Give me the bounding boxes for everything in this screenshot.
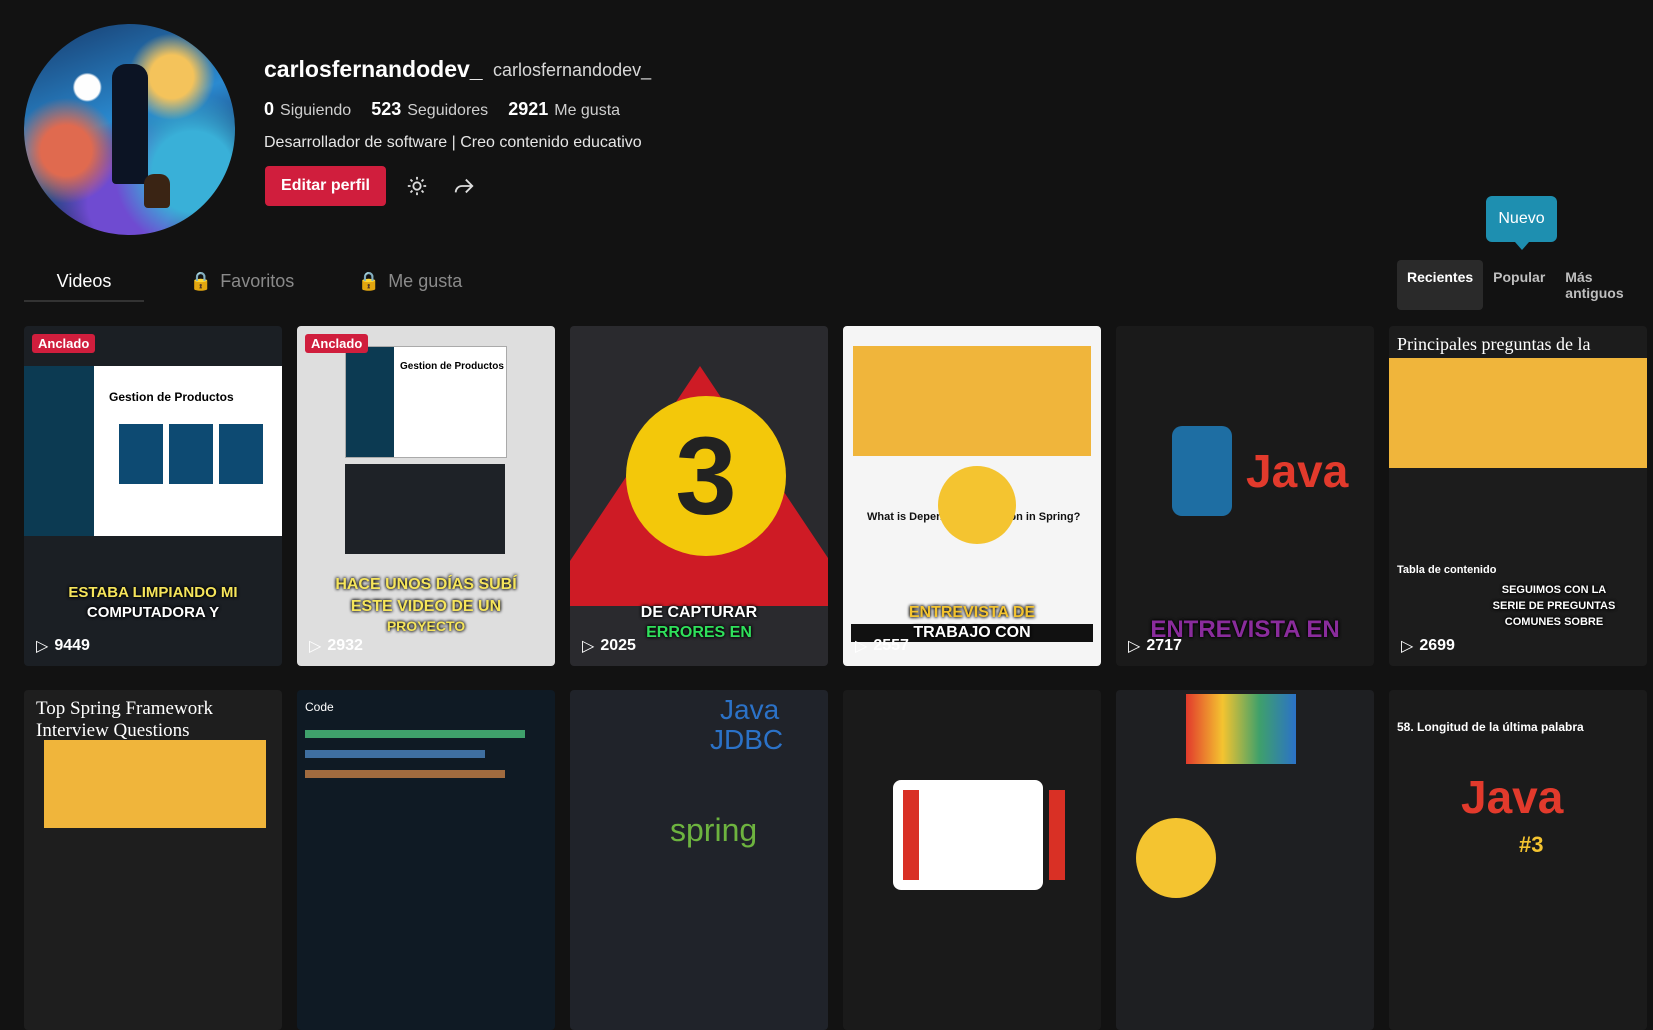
- lock-icon: 🔒: [189, 270, 213, 291]
- video-grid: Gestion de Productos Anclado ESTABA LIMP…: [24, 326, 1648, 1030]
- video-card[interactable]: Java JDBC spring: [570, 690, 828, 1030]
- sort-recent-button[interactable]: Recientes: [1397, 260, 1484, 310]
- video-card[interactable]: Top Spring Framework Interview Questions: [24, 690, 282, 1030]
- article-toc: Tabla de contenido: [1397, 564, 1497, 576]
- play-icon: ▷: [855, 638, 868, 655]
- shopping-cart-icon: [1186, 694, 1296, 764]
- profile-bio: Desarrollador de software | Creo conteni…: [264, 134, 642, 151]
- java-logo-text: Java: [720, 694, 780, 725]
- profile-username: carlosfernandodev_: [264, 56, 483, 82]
- spring-logo-text: spring: [670, 812, 758, 848]
- video-caption-line: COMPUTADORA Y: [86, 604, 220, 621]
- edit-profile-button[interactable]: Editar perfil: [265, 166, 386, 206]
- tab-videos[interactable]: Videos: [24, 262, 144, 302]
- java-cup-icon: [1172, 426, 1232, 516]
- code-line: [305, 730, 525, 738]
- code-line: [305, 770, 505, 778]
- view-count: ▷ 9449: [36, 637, 90, 655]
- thumbnail-title: Gestion de Productos: [400, 361, 504, 372]
- view-count: ▷ 2557: [855, 637, 909, 655]
- play-icon: ▷: [309, 638, 322, 655]
- video-caption-line: ESTE VIDEO DE UN: [350, 598, 502, 615]
- likes-stat: 2921 Me gusta: [508, 99, 621, 119]
- video-caption-line: ESTABA LIMPIANDO MI: [68, 584, 238, 601]
- sort-popular-button[interactable]: Popular: [1483, 260, 1555, 310]
- play-icon: ▷: [1128, 638, 1141, 655]
- thumbnail-tile: [219, 424, 263, 484]
- gmail-envelope: [903, 790, 1065, 880]
- following-stat[interactable]: 0 Siguiendo: [264, 99, 351, 120]
- video-card[interactable]: Principales preguntas de la Tabla de con…: [1389, 326, 1647, 666]
- article-image: [1389, 358, 1647, 468]
- video-card[interactable]: 3 DE CAPTURAR ERRORES EN ▷ 2025: [570, 326, 828, 666]
- number-badge: 3: [626, 396, 786, 556]
- video-caption-line: DE CAPTURAR: [640, 604, 758, 621]
- episode-tag: #3: [1519, 832, 1544, 857]
- profile-avatar[interactable]: [24, 24, 235, 235]
- code-tab-label: Code: [305, 700, 334, 714]
- thumbnail-window: Gestion de Productos: [345, 346, 507, 458]
- thumbnail-sidebar: [346, 347, 394, 457]
- thumbnail-tile: [119, 424, 163, 484]
- article-title: Principales preguntas de la: [1397, 334, 1591, 354]
- new-tooltip: Nuevo: [1486, 196, 1557, 250]
- thumbnail-terminal: [345, 464, 505, 554]
- video-caption-line: COMUNES SOBRE: [1504, 616, 1604, 628]
- sort-options: Recientes Popular Más antiguos: [1397, 260, 1653, 310]
- tab-favorites[interactable]: 🔒 Favoritos: [162, 262, 322, 300]
- thumbnail-sidebar: [24, 366, 94, 536]
- jdbc-logo-text: JDBC: [710, 724, 784, 755]
- lock-icon: 🔒: [357, 270, 381, 291]
- gmail-icon: [893, 780, 1065, 890]
- java-logo-text: Java: [1461, 771, 1564, 823]
- pinned-badge: Anclado: [32, 334, 96, 353]
- video-card[interactable]: [1116, 690, 1374, 1030]
- video-card[interactable]: Gestion de Productos Anclado ESTABA LIMP…: [24, 326, 282, 666]
- java-logo-text: Java: [1246, 445, 1349, 497]
- problem-title: 58. Longitud de la última palabra: [1397, 720, 1584, 734]
- view-count: ▷ 2699: [1401, 637, 1455, 655]
- view-count: ▷ 2025: [582, 637, 636, 655]
- video-caption-line: SEGUIMOS CON LA: [1501, 584, 1607, 596]
- meeting-illustration: [44, 740, 266, 828]
- code-line: [305, 750, 485, 758]
- video-card[interactable]: 58. Longitud de la última palabra Java #…: [1389, 690, 1647, 1030]
- article-title: Top Spring Framework Interview Questions: [36, 698, 214, 741]
- play-icon: ▷: [1401, 638, 1414, 655]
- share-icon[interactable]: [449, 171, 479, 201]
- tab-likes[interactable]: 🔒 Me gusta: [330, 262, 490, 300]
- settings-gear-icon[interactable]: [402, 171, 432, 201]
- video-card[interactable]: What is Dependency Injection in Spring? …: [843, 326, 1101, 666]
- pinned-badge: Anclado: [305, 334, 369, 353]
- video-caption-line: SERIE DE PREGUNTAS: [1492, 600, 1616, 612]
- profile-stats: 0 Siguiendo 523 Seguidores 2921 Me gusta: [264, 99, 640, 120]
- thumbnail-title: Gestion de Productos: [109, 390, 234, 404]
- play-icon: ▷: [36, 638, 49, 655]
- video-card[interactable]: [843, 690, 1101, 1030]
- avatar-figure: [112, 64, 148, 184]
- video-caption-line: PROYECTO: [386, 618, 466, 634]
- view-count: ▷ 2932: [309, 637, 363, 655]
- video-card[interactable]: Code: [297, 690, 555, 1030]
- profile-handle: carlosfernandodev_: [493, 60, 652, 80]
- video-caption-line: HACE UNOS DÍAS SUBÍ: [335, 576, 517, 593]
- video-card[interactable]: Gestion de Productos Anclado HACE UNOS D…: [297, 326, 555, 666]
- followers-stat[interactable]: 523 Seguidores: [371, 99, 488, 120]
- meeting-illustration: [853, 346, 1091, 456]
- profile-tabs: Videos 🔒 Favoritos 🔒 Me gusta: [24, 262, 490, 302]
- avatar-dog: [144, 174, 170, 208]
- thumbnail-screen: Gestion de Productos: [24, 366, 282, 536]
- thinking-emoji-icon: [938, 466, 1016, 544]
- video-card[interactable]: Java ENTREVISTA EN ▷ 2717: [1116, 326, 1374, 666]
- video-caption-line: ENTREVISTA DE: [908, 604, 1036, 621]
- sort-oldest-button[interactable]: Más antiguos: [1555, 260, 1653, 310]
- thumbnail-tile: [169, 424, 213, 484]
- view-count: ▷ 2717: [1128, 637, 1182, 655]
- play-icon: ▷: [582, 638, 595, 655]
- surprised-emoji-icon: [1136, 818, 1216, 898]
